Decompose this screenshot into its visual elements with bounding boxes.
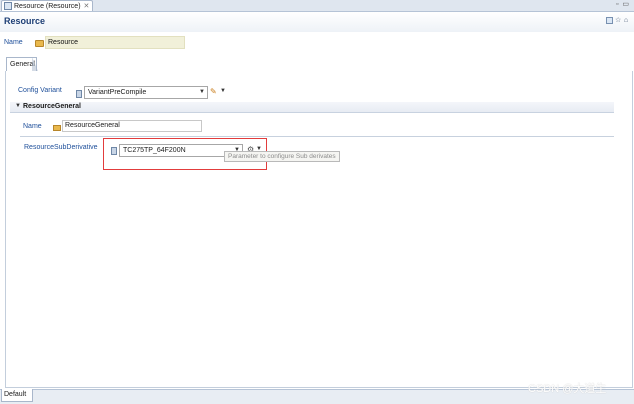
window-controls[interactable]: ▫ ▭: [616, 0, 630, 8]
sub-derivative-label: ResourceSubDerivative: [24, 144, 98, 151]
collapse-icon[interactable]: ▼: [15, 103, 21, 109]
editor-tab-bar: [0, 0, 634, 12]
group-header[interactable]: [10, 102, 614, 113]
config-variant-select[interactable]: VariantPreCompile ▼: [84, 86, 208, 99]
form-header: [0, 12, 634, 32]
watermark: CSDN @大道生: [528, 383, 607, 395]
tab-edge: [32, 57, 38, 71]
form-toolbar: ☆ ⌂: [606, 17, 629, 24]
sub-derivative-value: TC275TP_64F200N: [123, 147, 186, 154]
group-name-field[interactable]: ResourceGeneral: [62, 120, 202, 132]
editor-tab-label: Resource (Resource): [14, 2, 81, 10]
name-field[interactable]: Resource: [45, 36, 185, 49]
help-icon[interactable]: ⌂: [623, 17, 629, 24]
form-title: Resource: [4, 16, 46, 26]
config-variant-value: VariantPreCompile: [88, 89, 147, 96]
group-title: ResourceGeneral: [23, 103, 81, 110]
form-icon[interactable]: [606, 17, 613, 24]
dropdown-arrow-icon[interactable]: ▼: [199, 87, 205, 98]
chevron-down-icon[interactable]: ▼: [220, 88, 226, 94]
pencil-icon[interactable]: ✎: [210, 87, 217, 96]
editor-tab-resource[interactable]: Resource (Resource) ✕: [1, 0, 93, 11]
variant-icon: [111, 147, 117, 155]
section-tab-bar: [5, 57, 631, 72]
divider: [20, 136, 614, 137]
general-panel: [5, 71, 633, 388]
resource-icon: [4, 2, 12, 10]
folder-icon: [35, 40, 44, 47]
tooltip: Parameter to configure Sub derivates: [224, 151, 340, 162]
config-variant-label: Config Variant: [18, 87, 62, 94]
tab-default[interactable]: Default: [1, 389, 33, 402]
group-name-label: Name: [23, 123, 42, 130]
folder-icon: [53, 125, 61, 131]
star-icon[interactable]: ☆: [615, 17, 621, 24]
variant-icon: [76, 90, 82, 98]
name-label: Name: [4, 39, 23, 46]
close-icon[interactable]: ✕: [84, 2, 90, 10]
